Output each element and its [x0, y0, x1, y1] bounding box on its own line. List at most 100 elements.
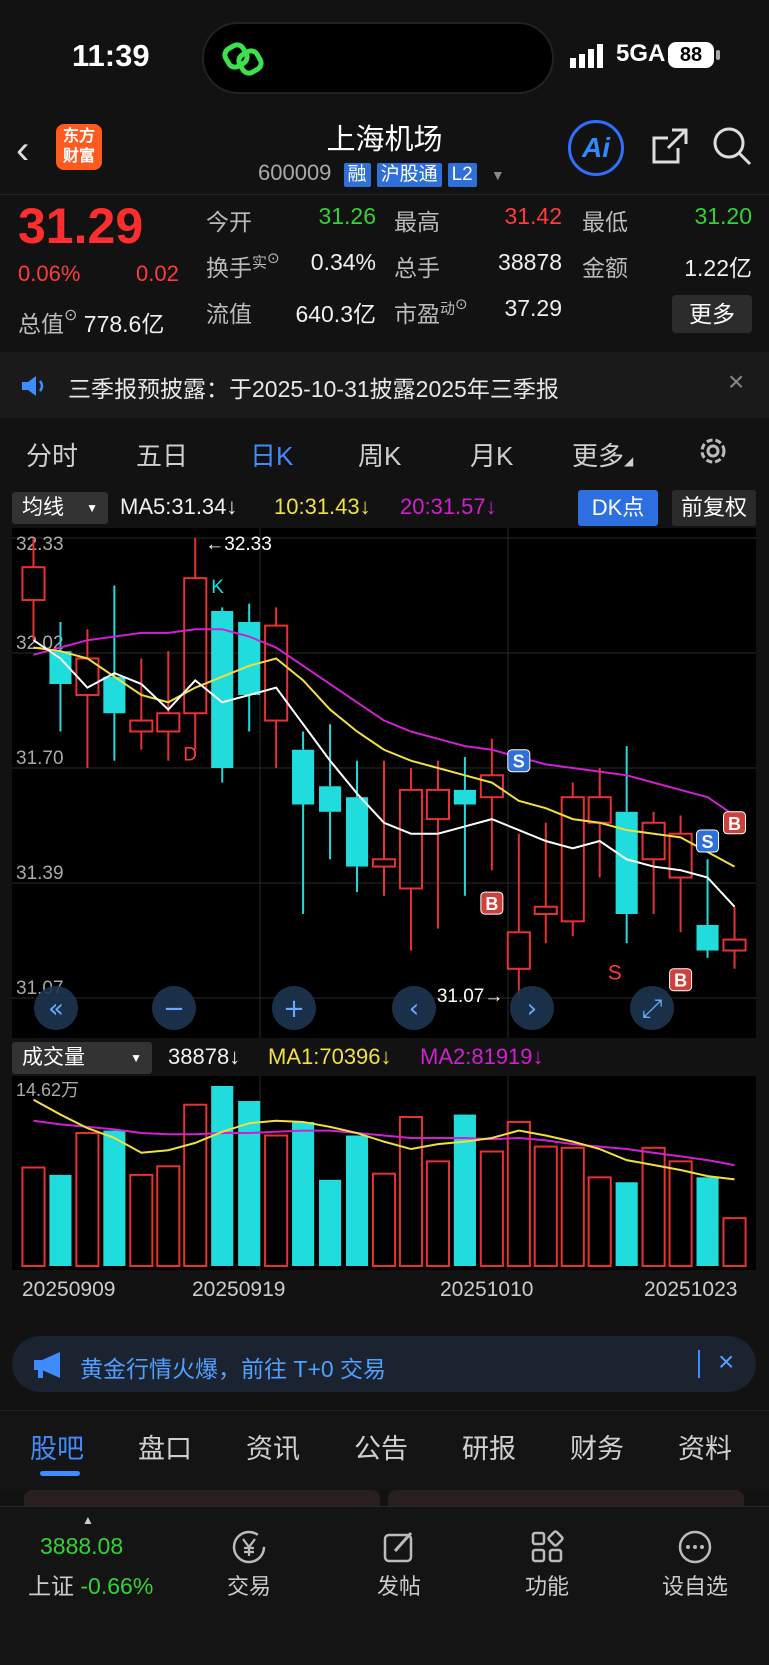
- close-icon[interactable]: ×: [718, 1346, 734, 1378]
- dock-trade[interactable]: 交易: [194, 1525, 304, 1601]
- share-icon[interactable]: [648, 124, 692, 168]
- card-top: [24, 1490, 380, 1506]
- pe-value: 37.29: [504, 295, 562, 321]
- tab-more-label: 更多: [572, 441, 625, 471]
- card-top: [388, 1490, 744, 1506]
- megaphone-icon: [34, 1352, 60, 1378]
- tab-forum[interactable]: 股吧: [30, 1427, 84, 1466]
- tab-profile[interactable]: 资料: [678, 1427, 732, 1466]
- turnover-sup: 实: [252, 254, 268, 272]
- chevron-down-icon: ▼: [86, 501, 98, 515]
- low-label: 最低: [582, 209, 628, 235]
- notice-bar[interactable]: 三季报预披露：于2025-10-31披露2025年三季报 ×: [0, 352, 769, 418]
- index-line[interactable]: 上证 -0.66%: [28, 1567, 153, 1601]
- dynamic-island: [202, 22, 554, 94]
- ai-button[interactable]: Ai: [568, 120, 624, 176]
- gear-icon[interactable]: [696, 434, 730, 468]
- search-icon[interactable]: [710, 124, 754, 168]
- nav-glyph: ⤢: [642, 994, 663, 1024]
- badge-text: B: [728, 814, 741, 834]
- nav-glyph: «: [48, 994, 64, 1024]
- tab-news[interactable]: 资讯: [246, 1427, 300, 1466]
- tab-monthly-k[interactable]: 月K: [470, 436, 513, 473]
- date-label: 20250909: [22, 1278, 116, 1301]
- y-tick-label: 32.33: [16, 534, 64, 555]
- dock-customize[interactable]: 设自选: [640, 1525, 750, 1601]
- candlestick-chart[interactable]: 32.3332.0231.7031.3931.07←32.33KD31.07→S…: [12, 528, 756, 1038]
- volume-max-label: 14.62万: [16, 1080, 79, 1100]
- more-button[interactable]: 更多: [672, 295, 752, 333]
- volume-dropdown-label: 成交量: [22, 1046, 85, 1069]
- indicator-bar: 均线 ▼ MA5:31.34↓ 10:31.43↓ 20:31.57↓ DK点 前…: [0, 490, 769, 528]
- content-tabs: 股吧 盘口 资讯 公告 研报 财务 资料: [0, 1410, 769, 1490]
- adjust-button[interactable]: 前复权: [672, 490, 756, 526]
- volume-bar: [345, 1135, 369, 1266]
- zoom-in-icon[interactable]: +: [272, 986, 316, 1030]
- fullscreen-icon[interactable]: ⤢: [630, 986, 674, 1030]
- jump-start-icon[interactable]: «: [34, 986, 78, 1030]
- dock-functions[interactable]: 功能: [492, 1525, 602, 1601]
- candle-body: [453, 789, 476, 805]
- chevron-right-icon[interactable]: ›: [510, 986, 554, 1030]
- volume-chart[interactable]: 14.62万: [12, 1076, 756, 1270]
- quote-panel: 31.29 0.06% 0.02 总值⊙ 778.6亿 今开 31.26 最高 …: [0, 194, 769, 350]
- tab-financials[interactable]: 财务: [570, 1427, 624, 1466]
- battery-icon: 88: [668, 42, 714, 68]
- tab-more[interactable]: 更多◢: [572, 436, 633, 473]
- close-icon[interactable]: ×: [728, 366, 744, 398]
- promo-text: 黄金行情火爆，前往 T+0 交易: [80, 1356, 387, 1382]
- market-cap-value: 778.6亿: [83, 311, 165, 337]
- network-type: 5GA: [616, 40, 666, 67]
- chevron-left-icon[interactable]: ‹: [392, 986, 436, 1030]
- turnover-label: 换手实⊙: [206, 249, 280, 283]
- vma1-readout: MA1:70396↓: [268, 1044, 392, 1069]
- date-label: 20251010: [440, 1278, 534, 1301]
- nav-glyph: ›: [527, 994, 537, 1024]
- dock-post[interactable]: 发帖: [344, 1525, 454, 1601]
- info-icon[interactable]: ⊙: [455, 296, 468, 313]
- promo-banner[interactable]: 黄金行情火爆，前往 T+0 交易 ×: [12, 1336, 756, 1392]
- tab-five-day[interactable]: 五日: [136, 436, 188, 473]
- info-icon[interactable]: ⊙: [64, 307, 77, 324]
- signal-icon: [570, 44, 603, 68]
- dk-point-button[interactable]: DK点: [578, 490, 658, 526]
- active-tab-indicator: [40, 1471, 80, 1476]
- tab-orderbook[interactable]: 盘口: [138, 1427, 192, 1466]
- volume-dropdown[interactable]: 成交量 ▼: [12, 1042, 152, 1074]
- volume-readout: 38878↓: [168, 1044, 241, 1069]
- sell-signal-badge: S: [696, 829, 720, 853]
- volume-bar: [319, 1179, 342, 1266]
- tab-weekly-k[interactable]: 周K: [358, 436, 401, 473]
- period-tabs: 分时 五日 日K 周K 月K 更多◢: [0, 418, 769, 490]
- candle-body: [292, 749, 315, 805]
- tab-announcements[interactable]: 公告: [354, 1427, 408, 1466]
- tab-intraday[interactable]: 分时: [26, 436, 78, 473]
- index-value[interactable]: 3888.08: [40, 1533, 123, 1560]
- chevron-down-icon: ▼: [130, 1051, 142, 1065]
- ma10-readout: 10:31.43↓: [274, 494, 371, 519]
- tab-research[interactable]: 研报: [462, 1427, 516, 1466]
- dock-label: 功能: [524, 1574, 569, 1599]
- zoom-out-icon[interactable]: −: [152, 986, 196, 1030]
- yen-icon: [232, 1530, 266, 1564]
- pe-sup: 动: [440, 300, 456, 318]
- ma-dropdown[interactable]: 均线 ▼: [12, 492, 108, 524]
- dock-label: 设自选: [661, 1574, 728, 1599]
- chevron-up-icon[interactable]: ▲: [82, 1513, 94, 1527]
- buy-signal-badge: B: [669, 968, 693, 992]
- ma20-readout: 20:31.57↓: [400, 494, 497, 519]
- tag-level2: L2: [447, 163, 477, 187]
- pe-label: 市盈动⊙: [394, 295, 468, 329]
- badge-text: B: [674, 971, 687, 991]
- info-icon[interactable]: ⊙: [267, 250, 280, 267]
- turnover-label-text: 换手: [206, 255, 252, 281]
- ma5-readout: MA5:31.34↓: [120, 494, 238, 519]
- float-cap-label: 流值: [206, 301, 252, 327]
- tab-daily-k[interactable]: 日K: [250, 436, 293, 473]
- k-label: K: [211, 577, 224, 598]
- y-tick-label: 31.70: [16, 748, 64, 769]
- chevron-down-icon[interactable]: ▼: [491, 167, 505, 183]
- badge-text: B: [485, 894, 498, 914]
- stock-code-line: 600009 融沪股通 L2 ▼: [258, 160, 505, 187]
- last-price: 31.29: [18, 198, 144, 254]
